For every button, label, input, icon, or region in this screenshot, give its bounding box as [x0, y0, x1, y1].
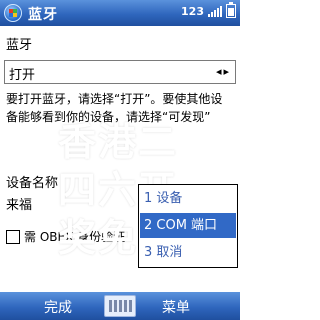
- menu-item-devices[interactable]: 1 设备: [140, 186, 236, 211]
- signal-strength-icon[interactable]: [208, 5, 222, 17]
- left-right-arrows-icon[interactable]: ◂▸: [216, 65, 231, 78]
- menu-item-cancel[interactable]: 3 取消: [140, 240, 236, 265]
- status-area[interactable]: 123: [181, 2, 236, 18]
- done-softkey[interactable]: 完成: [44, 297, 72, 317]
- popup-menu: 1 设备 2 COM 端口 3 取消: [138, 184, 238, 268]
- window-title: 蓝牙: [28, 7, 58, 23]
- picker-value: 打开: [9, 68, 36, 83]
- device-name-label: 设备名称: [6, 176, 59, 191]
- menu-softkey[interactable]: 菜单: [162, 297, 190, 317]
- battery-icon[interactable]: [226, 2, 236, 18]
- title-bar: 蓝牙 123: [0, 0, 240, 26]
- keyboard-icon[interactable]: [104, 295, 136, 317]
- device-name-field[interactable]: 来福: [6, 194, 32, 213]
- keyboard-keys-graphic: [109, 300, 133, 312]
- bluetooth-mode-picker[interactable]: 打开 ◂▸: [4, 60, 236, 84]
- menu-item-com-ports[interactable]: 2 COM 端口: [140, 213, 236, 238]
- bluetooth-label: 蓝牙: [6, 38, 33, 53]
- input-mode-indicator[interactable]: 123: [181, 5, 204, 18]
- obex-auth-checkbox[interactable]: [6, 229, 20, 244]
- start-menu-icon[interactable]: [4, 4, 22, 22]
- windows-flag-icon: [9, 9, 17, 17]
- softkey-bar: 完成 菜单: [0, 292, 240, 320]
